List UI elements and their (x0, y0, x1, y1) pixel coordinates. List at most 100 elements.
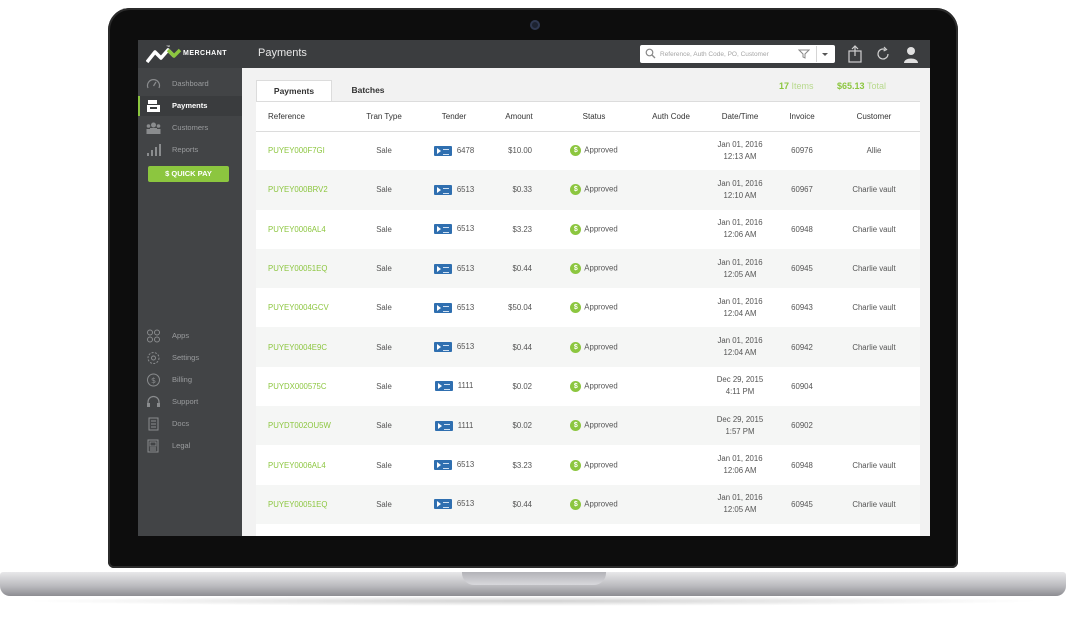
sidebar-item-dashboard[interactable]: Dashboard (138, 74, 242, 94)
page-title: Payments (258, 47, 307, 59)
reference-link[interactable]: PUYDT002OU5W (256, 406, 348, 446)
tab-payments[interactable]: Payments (256, 80, 332, 101)
table-row[interactable]: PUYEY0006AL4 Sale 6513 $3.23 $ Approved Jan 01… (256, 210, 920, 249)
dollar-status-icon: $ (570, 223, 582, 235)
column-header-date-time[interactable]: Date/Time (704, 102, 776, 132)
merchant-logo[interactable]: ™ MERCHANT (145, 44, 241, 64)
export-icon[interactable] (846, 45, 864, 63)
card-last-four: 1111 (457, 381, 474, 391)
reference-link[interactable]: PUYEY0006AL4 (256, 210, 348, 249)
sidebar-item-billing[interactable]: $ Billing (138, 370, 242, 390)
customer-cell: Charlie vault (828, 484, 920, 524)
refresh-icon[interactable] (874, 45, 892, 63)
status-label: Approved (584, 342, 618, 352)
table-row[interactable]: PUYEY0004E9C Sale 6513 $0.44 $ Approved Jan 01… (256, 327, 920, 367)
total-amount: $65.13 Total (837, 81, 886, 91)
reference-link[interactable]: PUYEY0006AL4 (256, 445, 348, 484)
customer-cell: Charlie vault (852, 303, 896, 313)
table-row[interactable]: PUYEY000F7GI Sale 6478 $10.00 $ Approved Jan 0… (256, 131, 920, 170)
sidebar-item-label: Apps (172, 331, 190, 340)
status-cell: $ Approved (550, 248, 638, 289)
sidebar-item-support[interactable]: Support (138, 392, 242, 412)
search-input[interactable] (660, 47, 780, 61)
column-header-tran-type[interactable]: Tran Type (348, 102, 420, 132)
reference-link[interactable]: PUYDX000575C (256, 367, 348, 406)
date-text: Jan 01, 2016 (717, 139, 763, 149)
table-row[interactable]: PUYEY00051EQ Sale 6513 $0.44 $ Approved Jan 01… (256, 248, 920, 289)
card-badge-icon (433, 224, 452, 235)
sidebar-item-label: Customers (172, 123, 209, 132)
table-row[interactable]: PUYEY0006AL4 Sale 6513 $3.23 $ Approved Jan 01… (256, 445, 920, 484)
sidebar-item-legal[interactable]: Legal (138, 436, 242, 456)
sidebar-item-docs[interactable]: Docs (138, 414, 242, 434)
people-icon (146, 122, 161, 134)
tran-type-cell: Sale (376, 224, 392, 234)
search-dropdown-button[interactable] (816, 46, 833, 62)
reference-link[interactable]: PUYEY0004E9C (256, 327, 348, 367)
tran-type-cell: Sale (348, 170, 420, 210)
sidebar-item-label: Reports (172, 145, 199, 154)
time-text: 1:57 PM (725, 426, 755, 436)
reference-link[interactable]: PUYEY00051EQ (256, 248, 348, 289)
table-header-row: Reference Tran Type Tender Amount Status… (256, 102, 920, 132)
card-badge-icon (433, 302, 452, 313)
sidebar-item-apps[interactable]: Apps (138, 326, 242, 346)
quick-pay-button[interactable]: $ QUICK PAY (148, 166, 229, 182)
tender-cell: 6513 (420, 484, 488, 524)
table-row[interactable]: PUYEY00051EQ Sale 6513 $0.44 $ Approved Jan 01… (256, 484, 920, 524)
customer-cell: Allie (866, 146, 882, 156)
payments-table: Reference Tran Type Tender Amount Status… (256, 101, 920, 536)
status-label: Approved (584, 499, 618, 509)
status-label: Approved (584, 145, 618, 155)
status-label: Approved (584, 263, 618, 273)
sidebar-item-customers[interactable]: Customers (138, 118, 242, 138)
amount-cell: $0.44 (488, 248, 550, 289)
auth-code-cell (638, 484, 704, 524)
sidebar-item-settings[interactable]: Settings (138, 348, 242, 368)
date-time-cell: Jan 01, 2016 12:10 AM (704, 170, 776, 210)
tender-cell: 6513 (420, 210, 488, 249)
date-text: Dec 29, 2015 (716, 375, 764, 385)
column-header-auth-code[interactable]: Auth Code (638, 102, 704, 132)
card-badge-icon (433, 499, 452, 510)
reference-link[interactable]: PUYEY0004GCV (256, 288, 348, 327)
sidebar-item-label: Dashboard (172, 79, 209, 88)
search-icon[interactable] (645, 48, 656, 59)
sidebar-item-label: Legal (172, 441, 191, 450)
main-content: Payments Batches 17 Items $65.13 Total R… (242, 68, 930, 536)
column-header-tender[interactable]: Tender (420, 102, 488, 132)
amount-cell: $3.23 (512, 224, 532, 234)
sidebar-item-reports[interactable]: Reports (138, 140, 242, 160)
table-row[interactable]: PUYDT002OU5W Sale 1111 $0.02 $ Approved Dec 29… (256, 406, 920, 446)
filter-icon[interactable] (798, 49, 810, 59)
date-text: Jan 01, 2016 (717, 218, 763, 228)
column-header-reference[interactable]: Reference (256, 102, 348, 132)
card-badge-icon (433, 342, 452, 353)
tran-type-cell: Sale (348, 406, 420, 446)
tab-batches[interactable]: Batches (340, 80, 396, 101)
sidebar-item-label: Support (172, 397, 199, 406)
reference-link[interactable]: PUYEY000F7GI (256, 131, 348, 170)
column-header-customer[interactable]: Customer (828, 102, 920, 132)
reference-link[interactable]: PUYEY000BRV2 (256, 170, 348, 210)
total-amount-label: Total (867, 81, 887, 91)
sidebar: Dashboard Payments Customers Reports $ Q… (138, 68, 242, 536)
column-header-invoice[interactable]: Invoice (776, 102, 828, 132)
table-row[interactable]: PUYDX000575C Sale 1111 $0.02 $ Approved Dec 29… (256, 367, 920, 406)
reference-link[interactable]: PUYEY00051EQ (256, 484, 348, 524)
user-avatar-icon[interactable] (902, 45, 920, 63)
tender-cell: 6513 (420, 327, 488, 367)
tran-type-cell: Sale (376, 381, 392, 391)
gauge-icon (146, 79, 161, 89)
card-last-four: 6513 (456, 185, 475, 194)
sidebar-item-payments[interactable]: Payments (138, 96, 242, 116)
column-header-status[interactable]: Status (550, 102, 638, 132)
table-row[interactable]: PUYEY000BRV2 Sale 6513 $0.33 $ Approved Jan 01… (256, 170, 920, 210)
sidebar-item-label: Settings (172, 353, 200, 362)
date-time-cell: Jan 01, 2016 12:06 AM (704, 445, 776, 484)
tran-type-cell: Sale (348, 248, 420, 289)
customer-cell: Charlie vault (828, 327, 920, 367)
tran-type-cell: Sale (376, 460, 392, 470)
column-header-amount[interactable]: Amount (488, 102, 550, 132)
table-row[interactable]: PUYEY0004GCV Sale 6513 $50.04 $ Approved Jan 0… (256, 288, 920, 327)
